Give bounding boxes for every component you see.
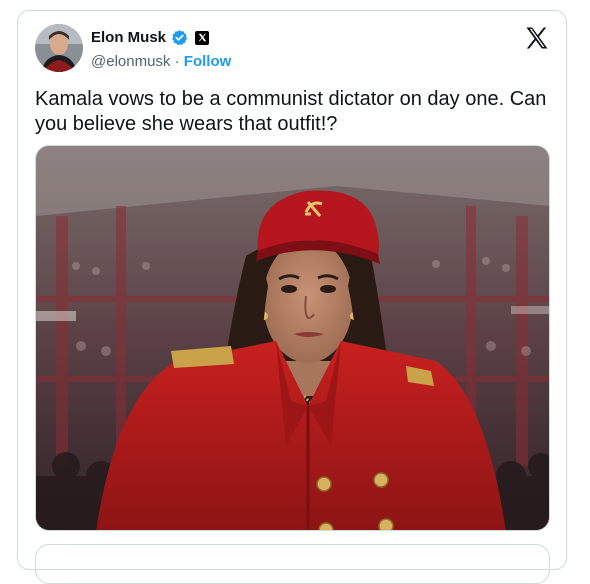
quoted-card-edge[interactable]: [35, 544, 550, 584]
tweet-card[interactable]: Elon Musk @elonmusk · Follow Kamala vows…: [17, 10, 567, 584]
follow-button[interactable]: Follow: [184, 53, 232, 70]
author-handle[interactable]: @elonmusk: [91, 53, 170, 70]
verified-badge-icon: [171, 29, 188, 46]
x-logo-icon[interactable]: [525, 26, 549, 50]
handle-separator: ·: [174, 53, 180, 70]
tweet-photo[interactable]: [35, 145, 550, 531]
affiliation-x-icon: [195, 30, 210, 45]
author-handle-row: @elonmusk · Follow: [91, 53, 231, 70]
author-display-name[interactable]: Elon Musk: [91, 29, 166, 46]
tweet-text: Kamala vows to be a communist dictator o…: [35, 88, 547, 135]
author-name-row: Elon Musk: [91, 29, 210, 46]
author-avatar[interactable]: [35, 24, 83, 72]
